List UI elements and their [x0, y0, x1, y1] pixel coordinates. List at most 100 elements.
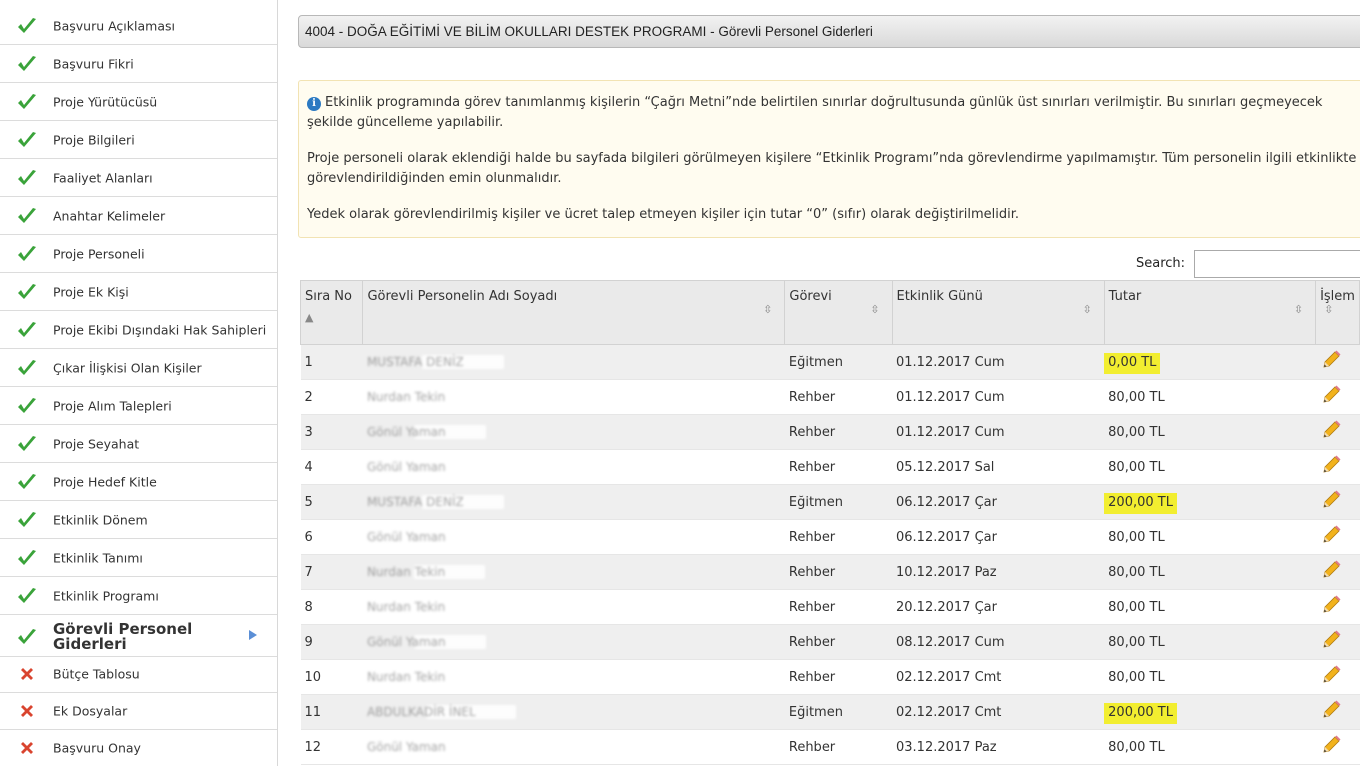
edit-pencil-icon[interactable]	[1320, 734, 1342, 756]
checkmark-icon	[16, 319, 38, 341]
sidebar-item-label: Başvuru Fikri	[53, 56, 134, 72]
sidebar-item-proje-personeli[interactable]: Proje Personeli	[0, 236, 277, 273]
cell-name: Gönül Yaman	[362, 414, 785, 450]
edit-pencil-icon[interactable]	[1320, 559, 1342, 581]
sidebar-item-label: Proje Ek Kişi	[53, 284, 129, 300]
cell-day: 01.12.2017 Cum	[892, 379, 1105, 415]
sidebar-item-cikar-iliskisi-olan-kisiler[interactable]: Çıkar İlişkisi Olan Kişiler	[0, 350, 277, 387]
table-row: 12 Gönül Yaman Rehber 03.12.2017 Paz 80,00 T…	[300, 729, 1360, 765]
sidebar-item-label: Faaliyet Alanları	[53, 170, 153, 186]
cell-role: Rehber	[784, 729, 892, 765]
cell-amount: 80,00 TL	[1104, 414, 1316, 450]
personnel-table-wrap: Sıra No ▲ Görevli Personelin Adı Soyadı ⇳ …	[299, 280, 1360, 765]
edit-pencil-icon[interactable]	[1320, 629, 1342, 651]
checkmark-icon	[16, 243, 38, 265]
info-box: i Etkinlik programında görev tanımlanmış …	[298, 80, 1360, 238]
table-row: 4 Gönül Yaman Rehber 05.12.2017 Sal 80,00 TL	[300, 449, 1360, 485]
search-input[interactable]	[1194, 250, 1360, 278]
edit-pencil-icon[interactable]	[1320, 384, 1342, 406]
cell-action	[1315, 554, 1360, 590]
cell-name: Gönül Yaman	[362, 729, 785, 765]
checkmark-icon	[16, 129, 38, 151]
cell-action	[1315, 624, 1360, 660]
header-day[interactable]: Etkinlik Günü ⇳	[891, 280, 1105, 345]
sidebar-item-basvuru-fikri[interactable]: Başvuru Fikri	[0, 46, 277, 83]
cell-action	[1315, 344, 1360, 380]
cell-no: 4	[300, 449, 363, 485]
checkmark-icon	[16, 15, 38, 37]
sidebar-item-etkinlik-donem[interactable]: Etkinlik Dönem	[0, 502, 277, 539]
header-action[interactable]: İşlem ⇳	[1315, 280, 1360, 345]
sidebar-item-proje-seyahat[interactable]: Proje Seyahat	[0, 426, 277, 463]
cell-name: Nurdan Tekin	[362, 379, 785, 415]
sidebar-item-proje-alim-talepleri[interactable]: Proje Alım Talepleri	[0, 388, 277, 425]
edit-pencil-icon[interactable]	[1320, 419, 1342, 441]
cell-role: Eğitmen	[784, 694, 892, 730]
cell-day: 02.12.2017 Cmt	[892, 659, 1105, 695]
sidebar-item-ek-dosyalar[interactable]: Ek Dosyalar	[0, 693, 277, 730]
cell-day: 01.12.2017 Cum	[892, 344, 1105, 380]
header-sira-no[interactable]: Sıra No ▲	[299, 280, 364, 345]
sidebar-item-faaliyet-alanlari[interactable]: Faaliyet Alanları	[0, 160, 277, 197]
sidebar-item-label: Proje Alım Talepleri	[53, 398, 172, 414]
sidebar-item-proje-ek-kisi[interactable]: Proje Ek Kişi	[0, 274, 277, 311]
sidebar-item-proje-hedef-kitle[interactable]: Proje Hedef Kitle	[0, 464, 277, 501]
cell-no: 11	[300, 694, 363, 730]
checkmark-icon	[16, 357, 38, 379]
sidebar-item-gorevli-personel-giderleri[interactable]: Görevli Personel Giderleri	[0, 617, 277, 657]
cell-amount: 80,00 TL	[1104, 729, 1316, 765]
cell-day: 10.12.2017 Paz	[892, 554, 1105, 590]
cell-role: Eğitmen	[784, 484, 892, 520]
sidebar-item-label: Proje Hedef Kitle	[53, 474, 157, 490]
cross-icon	[16, 700, 38, 722]
checkmark-icon	[16, 167, 38, 189]
cell-amount: 200,00 TL	[1104, 484, 1316, 520]
sidebar-item-etkinlik-programi[interactable]: Etkinlik Programı	[0, 578, 277, 615]
header-name[interactable]: Görevli Personelin Adı Soyadı ⇳	[362, 280, 786, 345]
cell-day: 06.12.2017 Çar	[892, 519, 1105, 555]
edit-pencil-icon[interactable]	[1320, 524, 1342, 546]
edit-pencil-icon[interactable]	[1320, 454, 1342, 476]
sidebar-item-proje-bilgileri[interactable]: Proje Bilgileri	[0, 122, 277, 159]
edit-pencil-icon[interactable]	[1320, 699, 1342, 721]
sidebar-item-label: Ek Dosyalar	[53, 703, 128, 719]
cell-role: Rehber	[784, 554, 892, 590]
sidebar-item-etkinlik-tanimi[interactable]: Etkinlik Tanımı	[0, 540, 277, 577]
cell-role: Rehber	[784, 519, 892, 555]
sidebar-item-label: Başvuru Onay	[53, 740, 141, 756]
sidebar-item-label: Görevli Personel Giderleri	[53, 619, 193, 653]
table-row: 10 Nurdan Tekin Rehber 02.12.2017 Cmt 80,00 …	[300, 659, 1360, 695]
sort-icon: ⇳	[1324, 303, 1334, 316]
info-icon: i	[307, 97, 321, 111]
sidebar-item-proje-ekibi-disindaki-hak-sahipleri[interactable]: Proje Ekibi Dışındaki Hak Sahipleri	[0, 312, 277, 349]
cell-role: Rehber	[784, 589, 892, 625]
cell-day: 03.12.2017 Paz	[892, 729, 1105, 765]
table-row: 7 Nurdan Tekin Rehber 10.12.2017 Paz 80,00 T…	[300, 554, 1360, 590]
sidebar-item-basvuru-aciklamasi[interactable]: Başvuru Açıklaması	[0, 8, 277, 45]
sidebar-item-anahtar-kelimeler[interactable]: Anahtar Kelimeler	[0, 198, 277, 235]
cell-action	[1315, 484, 1360, 520]
cell-name: Nurdan Tekin	[362, 659, 785, 695]
header-role[interactable]: Görevi ⇳	[784, 280, 893, 345]
cell-day: 01.12.2017 Cum	[892, 414, 1105, 450]
cell-name: Nurdan Tekin	[362, 589, 785, 625]
header-amount[interactable]: Tutar ⇳	[1103, 280, 1317, 345]
sidebar-item-label: Proje Bilgileri	[53, 132, 135, 148]
edit-pencil-icon[interactable]	[1320, 349, 1342, 371]
sidebar-item-proje-yurutucusu[interactable]: Proje Yürütücüsü	[0, 84, 277, 121]
cell-action	[1315, 729, 1360, 765]
cell-role: Rehber	[784, 624, 892, 660]
sort-asc-icon: ▲	[305, 311, 314, 324]
cell-no: 10	[300, 659, 363, 695]
table-row: 2 Nurdan Tekin Rehber 01.12.2017 Cum 80,00 T…	[300, 379, 1360, 415]
sidebar-item-butce-tablosu[interactable]: Bütçe Tablosu	[0, 656, 277, 693]
edit-pencil-icon[interactable]	[1320, 594, 1342, 616]
cell-no: 5	[300, 484, 363, 520]
sidebar-item-basvuru-onay[interactable]: Başvuru Onay	[0, 730, 277, 766]
cell-amount: 80,00 TL	[1104, 554, 1316, 590]
cell-no: 12	[300, 729, 363, 765]
edit-pencil-icon[interactable]	[1320, 664, 1342, 686]
cell-no: 2	[300, 379, 363, 415]
edit-pencil-icon[interactable]	[1320, 489, 1342, 511]
sort-icon: ⇳	[1082, 303, 1092, 316]
